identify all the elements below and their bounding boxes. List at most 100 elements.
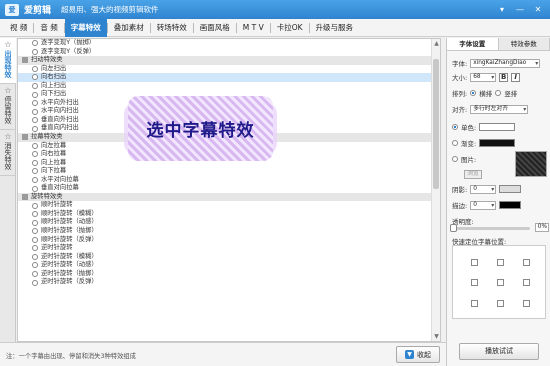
effect-item[interactable]: 向右扫出 <box>18 73 440 82</box>
effect-item[interactable]: 顺时针旋转（抛掷） <box>18 227 440 236</box>
scroll-down-icon[interactable]: ▼ <box>432 332 440 341</box>
opacity-slider-thumb[interactable] <box>450 224 457 232</box>
size-select[interactable]: 68 <box>470 72 497 82</box>
collapse-button[interactable]: ▼ 收起 <box>396 346 440 363</box>
effect-radio[interactable] <box>32 83 38 89</box>
menu-item-4[interactable]: 转场特效 <box>151 19 193 37</box>
solid-color-radio[interactable] <box>452 124 458 130</box>
effect-item[interactable]: 逐字变现Y（抛掷） <box>18 39 440 48</box>
shadow-select[interactable]: 0 <box>470 184 497 194</box>
align-select[interactable]: 多行时左对齐 <box>470 104 529 114</box>
close-button[interactable]: ✕ <box>530 3 546 16</box>
effect-radio[interactable] <box>32 142 38 149</box>
position-checkbox[interactable] <box>496 258 504 266</box>
position-cell[interactable] <box>487 252 513 273</box>
position-cell[interactable] <box>513 252 539 273</box>
effect-radio[interactable] <box>32 48 38 55</box>
menu-item-3[interactable]: 叠加素材 <box>108 19 150 37</box>
effect-radio[interactable] <box>32 219 38 226</box>
position-cell[interactable] <box>461 252 487 273</box>
effect-radio[interactable] <box>32 159 38 166</box>
effect-item[interactable]: 水平对向拉幕 <box>18 176 440 185</box>
category-collapse-icon[interactable] <box>22 57 28 64</box>
effect-radio[interactable] <box>32 151 38 158</box>
browse-button[interactable]: 浏览 <box>464 170 482 179</box>
category-collapse-icon[interactable] <box>22 134 28 141</box>
horizontal-radio[interactable] <box>470 90 477 96</box>
gradient-radio[interactable] <box>452 140 458 146</box>
vertical-radio[interactable] <box>495 90 502 96</box>
opacity-value[interactable]: 0% <box>535 223 549 232</box>
menu-item-5[interactable]: 画面风格 <box>194 19 236 37</box>
effect-item[interactable]: 逆时针旋转（模糊） <box>18 253 440 262</box>
minimize-button[interactable]: — <box>512 3 528 16</box>
effect-category[interactable]: 旋转特效类 <box>18 192 440 202</box>
side-tab-2[interactable]: ☆ 消失特效 <box>0 130 16 176</box>
effect-item[interactable]: 垂直对向拉幕 <box>18 184 440 193</box>
effect-category[interactable]: 扫动特效类 <box>18 56 440 65</box>
tab-effect-params[interactable]: 特效参数 <box>498 38 550 50</box>
effect-radio[interactable] <box>32 177 38 184</box>
effect-radio[interactable] <box>32 117 38 124</box>
effect-radio[interactable] <box>32 202 38 209</box>
dropdown-menu-button[interactable]: ▾ <box>494 3 510 16</box>
effect-radio[interactable] <box>32 253 38 260</box>
position-checkbox[interactable] <box>522 258 530 266</box>
effect-radio[interactable] <box>32 271 38 278</box>
tab-font-settings[interactable]: 字体设置 <box>447 38 499 50</box>
effect-radio[interactable] <box>32 108 38 115</box>
position-checkbox[interactable] <box>522 279 530 287</box>
position-cell[interactable] <box>513 293 539 314</box>
effect-radio[interactable] <box>32 245 38 252</box>
position-checkbox[interactable] <box>470 258 478 266</box>
effect-radio[interactable] <box>32 236 38 243</box>
image-radio[interactable] <box>452 156 458 162</box>
italic-button[interactable]: I <box>511 72 521 82</box>
position-cell[interactable] <box>461 293 487 314</box>
effect-radio[interactable] <box>32 185 38 192</box>
effect-item[interactable]: 向下拉幕 <box>18 167 440 176</box>
effect-radio[interactable] <box>32 40 38 47</box>
effect-radio[interactable] <box>32 262 38 269</box>
position-checkbox[interactable] <box>496 279 504 287</box>
opacity-slider[interactable] <box>450 224 530 232</box>
menu-item-0[interactable]: 视 频 <box>4 19 33 37</box>
bold-button[interactable]: B <box>499 72 509 82</box>
position-cell[interactable] <box>513 273 539 294</box>
scroll-thumb[interactable] <box>433 59 439 189</box>
effect-radio[interactable] <box>32 125 38 132</box>
position-cell[interactable] <box>461 273 487 294</box>
gradient-picker[interactable] <box>479 139 516 147</box>
preview-button[interactable]: 播放试试 <box>459 343 539 360</box>
menu-item-2[interactable]: 字幕特效 <box>64 18 107 37</box>
solid-color-picker[interactable] <box>479 123 516 131</box>
menu-item-6[interactable]: M T V <box>237 19 270 37</box>
position-checkbox[interactable] <box>496 300 504 308</box>
effect-item[interactable]: 逆时针旋转（动感） <box>18 261 440 270</box>
effect-radio[interactable] <box>32 228 38 235</box>
effect-item[interactable]: 逆时针旋转（反弹） <box>18 278 440 287</box>
list-scrollbar[interactable]: ▲ ▼ <box>431 39 440 341</box>
effect-radio[interactable] <box>32 168 38 175</box>
position-checkbox[interactable] <box>470 279 478 287</box>
effect-item[interactable]: 逆时针旋转 <box>18 244 440 253</box>
menu-item-8[interactable]: 升级与服务 <box>310 19 360 37</box>
outline-select[interactable]: 0 <box>470 200 497 210</box>
effect-radio[interactable] <box>32 211 38 218</box>
effect-item[interactable]: 顺时针旋转（反弹） <box>18 236 440 245</box>
position-checkbox[interactable] <box>470 300 478 308</box>
shadow-color-picker[interactable] <box>499 185 522 193</box>
effect-item[interactable]: 逐字变现Y（反弹） <box>18 48 440 57</box>
effect-item[interactable]: 向上扫出 <box>18 82 440 91</box>
effect-item[interactable]: 向左扫出 <box>18 65 440 74</box>
effect-item[interactable]: 顺时针旋转 <box>18 201 440 210</box>
scroll-up-icon[interactable]: ▲ <box>432 39 440 48</box>
outline-color-picker[interactable] <box>499 201 522 209</box>
effect-radio[interactable] <box>32 100 38 107</box>
font-select[interactable]: xingKaiZhangDiao <box>470 58 541 68</box>
effect-radio[interactable] <box>32 65 38 72</box>
effect-radio[interactable] <box>32 279 38 286</box>
menu-item-1[interactable]: 音 频 <box>34 19 63 37</box>
side-tab-1[interactable]: ☆ 停留特效 <box>0 84 16 130</box>
position-cell[interactable] <box>487 273 513 294</box>
